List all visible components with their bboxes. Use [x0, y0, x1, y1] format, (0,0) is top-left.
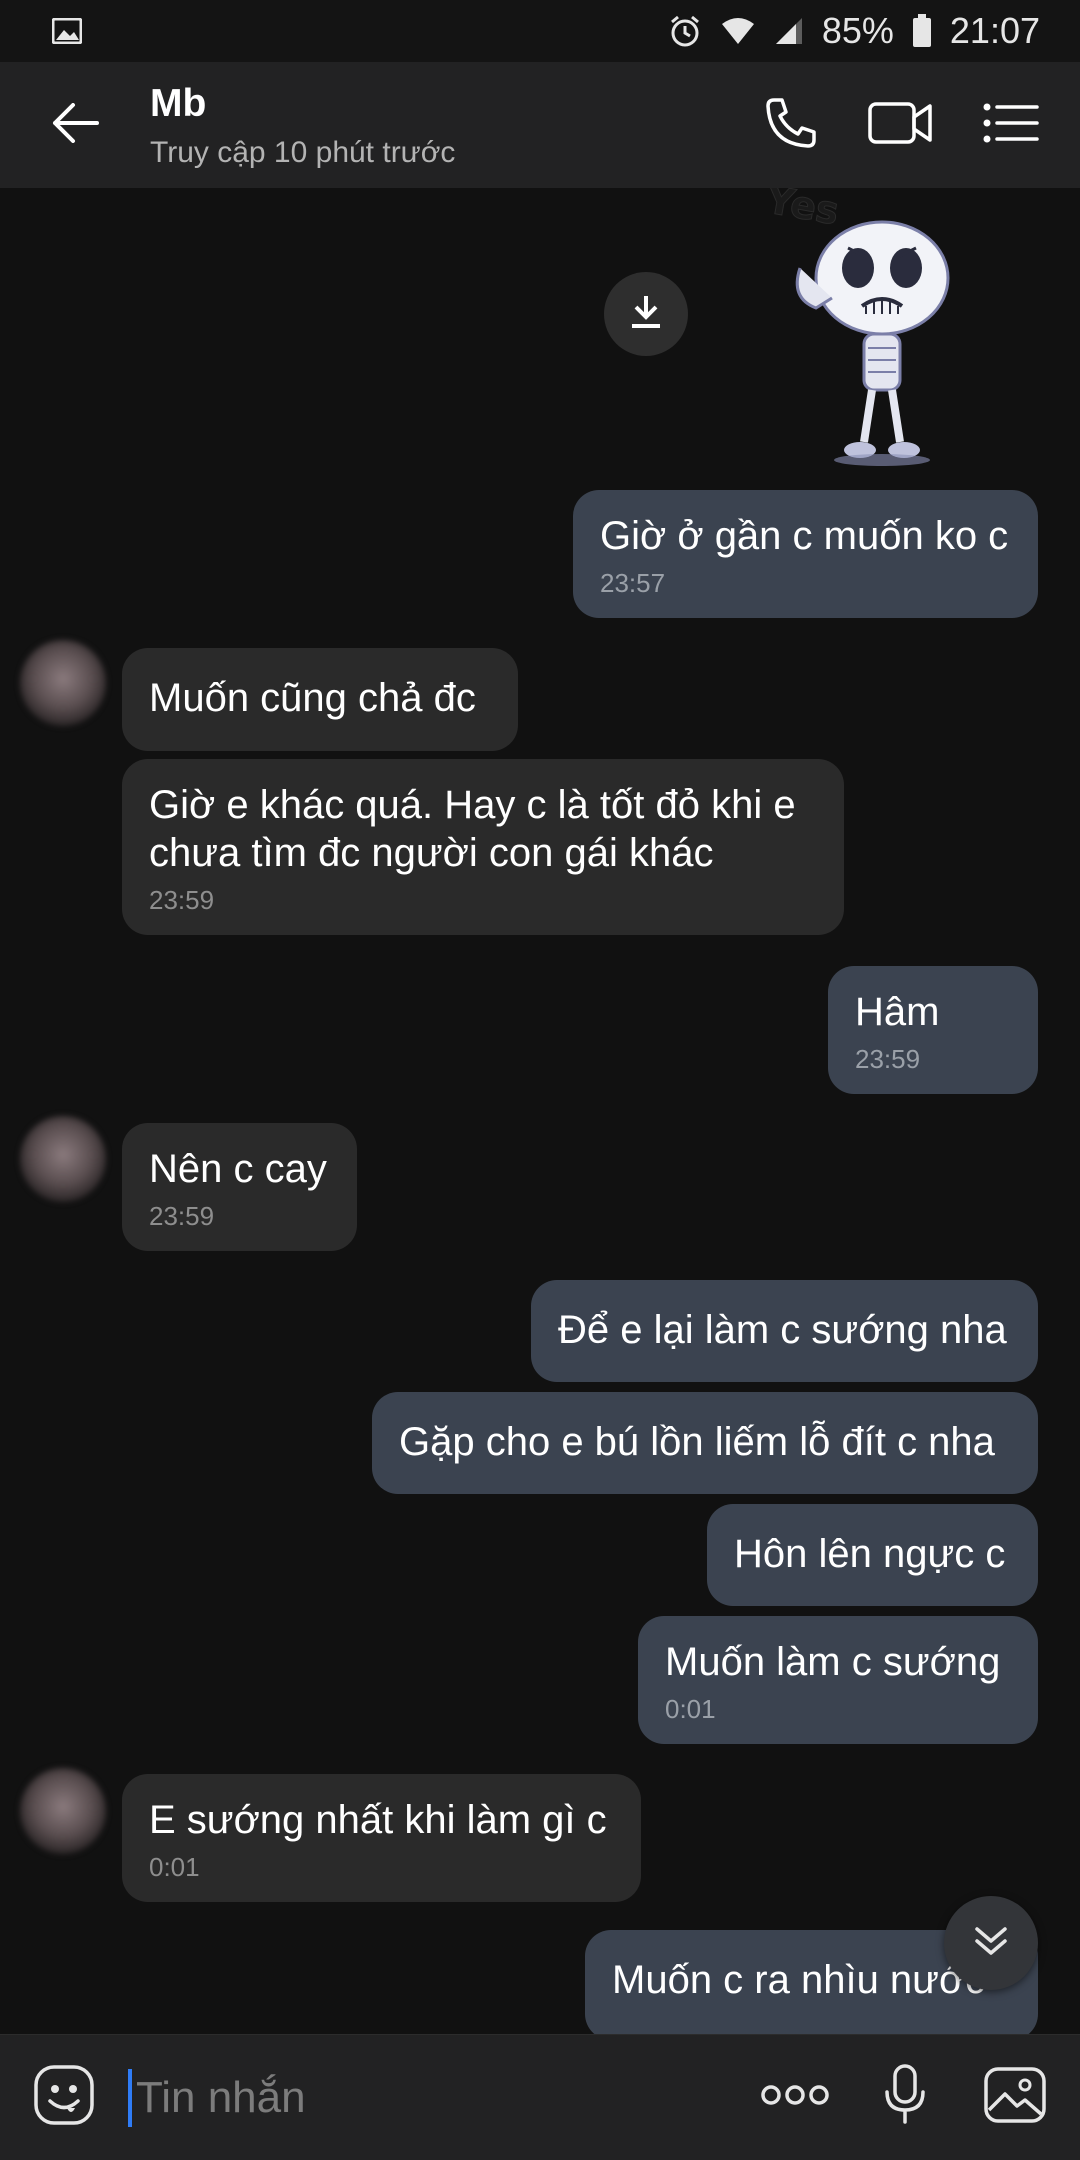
message-text: Muốn cũng chả đc — [149, 676, 476, 720]
avatar[interactable] — [20, 1116, 106, 1202]
message-text: Hôn lên ngực c — [734, 1532, 1006, 1576]
message-time: 0:01 — [665, 1694, 716, 1724]
message-text: Gặp cho e bú lồn liếm lỗ đít c nha — [399, 1420, 995, 1464]
message-bubble-outgoing[interactable]: Muốn làm c sướng 0:01 — [638, 1616, 1038, 1744]
message-time: 23:59 — [855, 1044, 921, 1074]
message-bubble-incoming[interactable]: E sướng nhất khi làm gì c 0:01 — [122, 1774, 641, 1902]
download-sticker-button[interactable] — [604, 272, 688, 356]
more-dots-icon — [760, 2084, 830, 2111]
contact-last-seen: Truy cập 10 phút trước — [150, 136, 456, 169]
emoji-icon — [33, 2064, 95, 2131]
double-chevron-down-icon — [973, 1923, 1009, 1964]
avatar[interactable] — [20, 640, 106, 726]
voice-call-button[interactable] — [736, 62, 846, 188]
message-time: 23:59 — [149, 885, 215, 915]
contact-name: Mb — [150, 82, 207, 125]
menu-button[interactable] — [956, 62, 1066, 188]
message-time: 23:59 — [149, 1201, 215, 1231]
emoji-button[interactable] — [0, 2035, 128, 2160]
clock: 21:07 — [949, 10, 1040, 51]
gallery-icon — [983, 2066, 1047, 2129]
message-time: 23:57 — [600, 568, 666, 598]
message-text: Để e lại làm c sướng nha — [558, 1308, 1007, 1352]
image-icon — [52, 18, 82, 44]
video-call-button[interactable] — [846, 62, 956, 188]
crying-skeleton-sticker[interactable]: Yes — [760, 188, 990, 468]
message-bubble-incoming[interactable]: Nên c cay 23:59 — [122, 1123, 357, 1251]
download-icon — [629, 294, 663, 335]
back-arrow-icon — [51, 102, 99, 148]
gallery-button[interactable] — [960, 2035, 1080, 2160]
message-bubble-outgoing[interactable]: Hôn lên ngực c — [707, 1504, 1038, 1606]
contact-info[interactable]: Mb Truy cập 10 phút trước — [150, 80, 736, 170]
back-button[interactable] — [0, 62, 150, 188]
message-text: Muốn làm c sướng — [665, 1640, 1001, 1684]
message-text: Nên c cay — [149, 1147, 327, 1191]
message-bubble-outgoing[interactable]: Giờ ở gần c muốn ko c 23:57 — [573, 490, 1038, 618]
svg-text:Yes: Yes — [762, 188, 842, 233]
message-text: Giờ ở gần c muốn ko c — [600, 514, 1009, 558]
message-bubble-outgoing[interactable]: Hâm 23:59 — [828, 966, 1038, 1094]
message-bubble-incoming[interactable]: Giờ e khác quá. Hay c là tốt đỏ khi e ch… — [122, 759, 844, 935]
chat-header: Mb Truy cập 10 phút trước — [0, 62, 1080, 188]
menu-list-icon — [983, 103, 1039, 148]
status-bar: 85% 21:07 — [0, 0, 1080, 62]
message-text: Hâm — [855, 990, 940, 1034]
message-list[interactable]: Yes Giờ ở gần c muốn ko c 23:57 Muốn cũn… — [0, 188, 1080, 2034]
video-call-icon — [868, 100, 934, 151]
phone-icon — [764, 96, 818, 155]
message-text: Giờ e khác quá. Hay c là tốt đỏ khi e ch… — [149, 783, 796, 875]
message-bubble-outgoing[interactable]: Gặp cho e bú lồn liếm lỗ đít c nha — [372, 1392, 1038, 1494]
voice-record-button[interactable] — [850, 2035, 960, 2160]
more-options-button[interactable] — [740, 2035, 850, 2160]
battery-percent: 85% — [821, 10, 894, 51]
message-input-bar — [0, 2034, 1080, 2160]
microphone-icon — [883, 2064, 927, 2131]
wifi-icon — [720, 16, 756, 46]
avatar[interactable] — [20, 1768, 106, 1854]
signal-icon — [774, 16, 804, 46]
message-time: 0:01 — [149, 1852, 200, 1882]
message-text: E sướng nhất khi làm gì c — [149, 1798, 607, 1842]
battery-icon — [912, 14, 932, 48]
alarm-icon — [668, 14, 702, 48]
message-bubble-outgoing[interactable]: Để e lại làm c sướng nha — [531, 1280, 1038, 1382]
scroll-to-bottom-button[interactable] — [944, 1896, 1038, 1990]
message-bubble-incoming[interactable]: Muốn cũng chả đc — [122, 648, 518, 751]
message-input[interactable] — [132, 2057, 740, 2138]
